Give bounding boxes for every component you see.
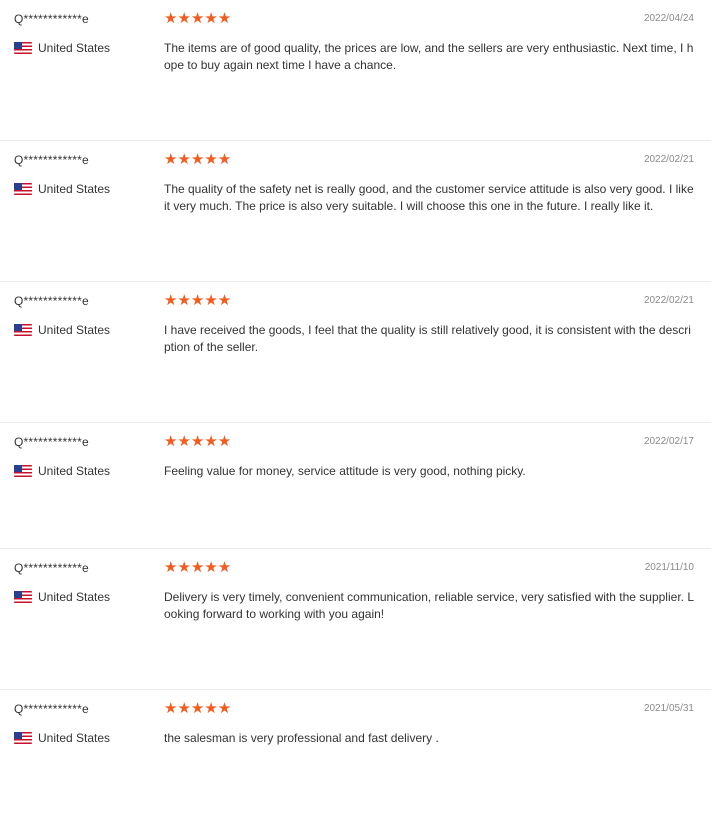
reviewer-name: Q************e bbox=[14, 12, 89, 26]
star-rating: ★★★★★ bbox=[164, 152, 231, 168]
star-rating: ★★★★★ bbox=[164, 293, 231, 309]
reviewer-country: United States bbox=[14, 590, 110, 604]
review-item: Q************e United States ★★★★★ 2022/… bbox=[0, 0, 711, 141]
star-rating: ★★★★★ bbox=[164, 560, 231, 576]
star-icons: ★★★★★ bbox=[164, 292, 232, 309]
reviewer-country: United States bbox=[14, 731, 110, 745]
us-flag-icon bbox=[14, 324, 32, 336]
review-date: 2022/02/21 bbox=[643, 295, 694, 306]
country-label: United States bbox=[38, 731, 111, 745]
review-text: The quality of the safety net is really … bbox=[164, 182, 694, 213]
reviewer-country: United States bbox=[14, 464, 110, 478]
review-date: 2022/04/24 bbox=[643, 13, 694, 24]
reviewer-name: Q************e bbox=[14, 294, 89, 308]
review-text: The items are of good quality, the price… bbox=[164, 41, 694, 72]
us-flag-icon bbox=[14, 183, 32, 195]
country-label: United States bbox=[38, 590, 111, 604]
star-icons: ★★★★★ bbox=[164, 433, 232, 450]
review-item: Q************e United States ★★★★★ 2022/… bbox=[0, 423, 711, 549]
star-rating: ★★★★★ bbox=[164, 701, 231, 717]
review-text: Feeling value for money, service attitud… bbox=[164, 464, 526, 478]
review-item: Q************e United States ★★★★★ 2021/… bbox=[0, 549, 711, 690]
us-flag-icon bbox=[14, 732, 32, 744]
review-date: 2022/02/21 bbox=[643, 154, 694, 165]
country-label: United States bbox=[38, 464, 111, 478]
star-icons: ★★★★★ bbox=[164, 151, 232, 168]
review-text: I have received the goods, I feel that t… bbox=[164, 323, 691, 354]
us-flag-icon bbox=[14, 591, 32, 603]
star-icons: ★★★★★ bbox=[164, 10, 232, 27]
star-rating: ★★★★★ bbox=[164, 434, 231, 450]
review-item: Q************e United States ★★★★★ 2022/… bbox=[0, 141, 711, 282]
country-label: United States bbox=[38, 182, 111, 196]
reviewer-name: Q************e bbox=[14, 435, 89, 449]
us-flag-icon bbox=[14, 465, 32, 477]
country-label: United States bbox=[38, 41, 111, 55]
reviewer-country: United States bbox=[14, 323, 110, 337]
star-icons: ★★★★★ bbox=[164, 559, 232, 576]
review-date: 2021/11/10 bbox=[644, 562, 694, 573]
reviewer-country: United States bbox=[14, 41, 110, 55]
reviewer-country: United States bbox=[14, 182, 110, 196]
reviewer-name: Q************e bbox=[14, 702, 89, 716]
us-flag-icon bbox=[14, 42, 32, 54]
review-list: Q************e United States ★★★★★ 2022/… bbox=[0, 0, 711, 831]
reviewer-name: Q************e bbox=[14, 153, 89, 167]
review-text: Delivery is very timely, convenient comm… bbox=[164, 590, 694, 621]
star-icons: ★★★★★ bbox=[164, 700, 232, 717]
country-label: United States bbox=[38, 323, 111, 337]
review-date: 2022/02/17 bbox=[643, 436, 694, 447]
reviewer-name: Q************e bbox=[14, 561, 89, 575]
review-text: the salesman is very professional and fa… bbox=[164, 731, 439, 745]
star-rating: ★★★★★ bbox=[164, 11, 231, 27]
review-date: 2021/05/31 bbox=[643, 703, 694, 714]
review-item: Q************e United States ★★★★★ 2022/… bbox=[0, 282, 711, 423]
review-item: Q************e United States ★★★★★ 2021/… bbox=[0, 690, 711, 831]
